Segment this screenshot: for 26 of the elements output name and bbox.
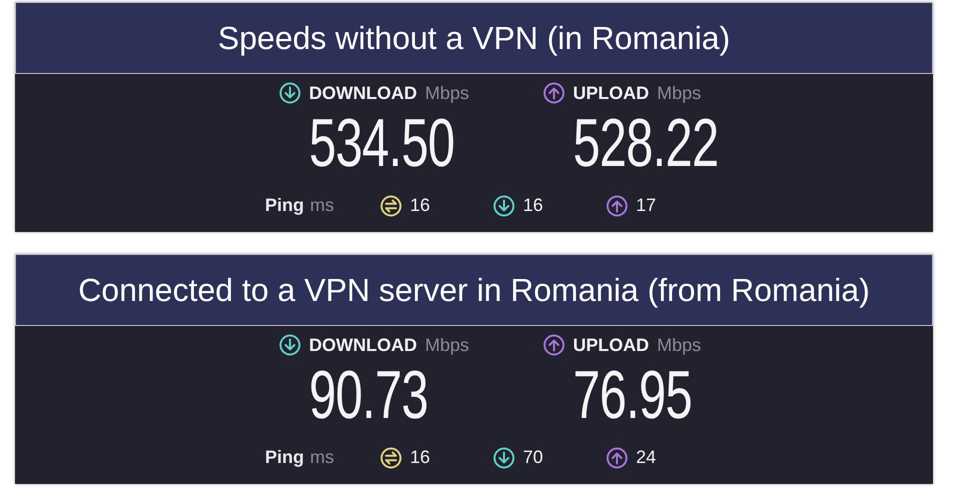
upload-value: 76.95 (573, 358, 692, 432)
unit-label: ms (310, 194, 335, 217)
ping-value: 16 (410, 194, 430, 217)
upload-label: UPLOAD (573, 334, 649, 356)
ping-icon (380, 446, 402, 468)
unit-label: ms (310, 446, 335, 469)
panel-title: Connected to a VPN server in Romania (from Romania) (15, 254, 933, 326)
ping-value: 16 (523, 194, 544, 217)
ping-label: Ping (265, 446, 304, 469)
download-value: 534.50 (309, 106, 454, 180)
download-value: 90.73 (309, 358, 428, 432)
ping-value: 16 (410, 446, 430, 469)
download-label: DOWNLOAD (309, 82, 417, 104)
ping-value: 17 (636, 194, 656, 217)
unit-label: Mbps (424, 334, 469, 356)
unit-label: Mbps (657, 82, 702, 104)
upload-label: UPLOAD (573, 82, 649, 104)
unit-label: Mbps (424, 82, 469, 104)
ping-label: Ping (265, 194, 304, 217)
download-label: DOWNLOAD (309, 334, 417, 356)
ping-value: 24 (636, 446, 656, 469)
unit-label: Mbps (657, 334, 702, 356)
ping-value: 70 (523, 446, 544, 469)
upload-value: 528.22 (573, 106, 718, 180)
ping-icon (380, 194, 402, 216)
panel-title: Speeds without a VPN (in Romania) (15, 2, 933, 74)
